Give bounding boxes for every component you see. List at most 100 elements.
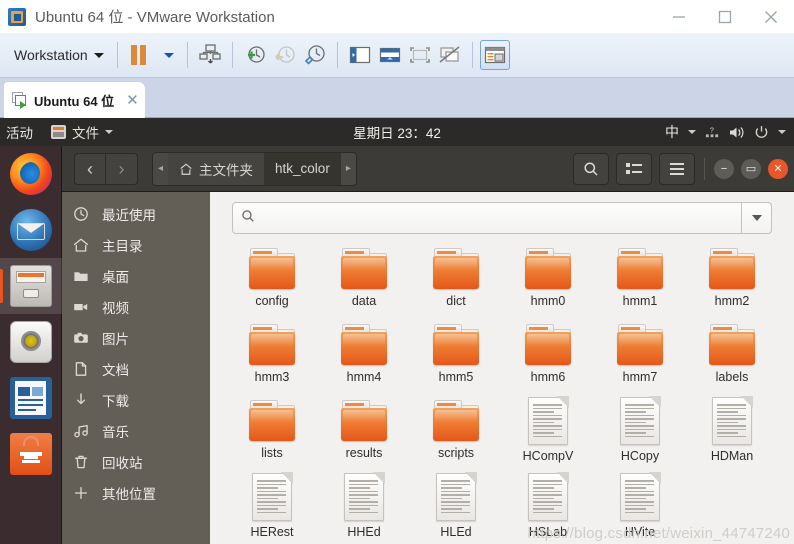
take-snapshot-button[interactable] (240, 40, 270, 70)
search-bar[interactable] (232, 202, 772, 234)
nautilus-maximize-button[interactable]: ▭ (741, 158, 761, 179)
file-item[interactable]: labels (686, 320, 778, 396)
show-sidebar-button[interactable] (345, 40, 375, 70)
menu-button[interactable] (659, 152, 695, 185)
pause-button[interactable] (125, 38, 152, 72)
file-item[interactable]: hmm5 (410, 320, 502, 396)
back-button[interactable]: ‹ (74, 152, 106, 185)
sidebar-item-1[interactable]: 主目录 (62, 229, 210, 260)
sidebar-item-2[interactable]: 桌面 (62, 260, 210, 291)
maximize-button[interactable] (702, 0, 748, 33)
minimize-button[interactable] (656, 0, 702, 33)
file-item[interactable]: lists (226, 396, 318, 472)
dock-item-firefox[interactable] (0, 146, 62, 202)
full-screen-icon (409, 47, 430, 63)
folder-icon (248, 400, 297, 442)
file-item[interactable]: hmm3 (226, 320, 318, 396)
snapshot-manager-button[interactable] (195, 40, 225, 70)
search-row (210, 192, 794, 240)
chevron-left-icon: ◂ (158, 163, 164, 174)
sidebar-item-3[interactable]: 视频 (62, 291, 210, 322)
folder-icon (432, 400, 481, 442)
breadcrumb-item-home[interactable]: 主文件夹 (168, 152, 265, 185)
file-item[interactable]: hmm4 (318, 320, 410, 396)
file-item[interactable]: dict (410, 244, 502, 320)
close-button[interactable] (748, 0, 794, 33)
show-sidebar-icon (349, 46, 370, 64)
chevron-down-icon (751, 215, 762, 221)
pause-icon (130, 45, 146, 65)
file-label: HDMan (710, 449, 754, 463)
file-item[interactable]: hmm1 (594, 244, 686, 320)
nautilus-close-button[interactable]: ✕ (768, 158, 788, 179)
sidebar-item-label: 最近使用 (102, 207, 156, 223)
chevron-down-icon (688, 130, 696, 134)
input-method-indicator[interactable]: 中 (665, 122, 679, 142)
console-view-button[interactable] (375, 40, 405, 70)
sidebar-item-9[interactable]: 其他位置 (62, 477, 210, 508)
file-item[interactable]: results (318, 396, 410, 472)
close-icon[interactable]: ✕ (126, 93, 139, 108)
revert-snapshot-button[interactable] (270, 40, 300, 70)
file-item[interactable]: HERest (226, 472, 318, 544)
search-input[interactable] (255, 210, 741, 226)
sidebar-item-label: 主目录 (102, 238, 143, 254)
breadcrumb-scroll-left[interactable]: ◂ (153, 152, 169, 185)
manage-snapshots-icon (304, 45, 325, 65)
sidebar-item-5[interactable]: 文档 (62, 353, 210, 384)
forward-button[interactable]: › (106, 152, 138, 185)
sidebar-item-7[interactable]: 音乐 (62, 415, 210, 446)
file-label: HSLab (528, 525, 568, 539)
file-item[interactable]: hmm6 (502, 320, 594, 396)
search-icon (584, 161, 598, 176)
panel-status-area[interactable]: 中 ? (665, 122, 786, 142)
file-item[interactable]: HLEd (410, 472, 502, 544)
sidebar-item-8[interactable]: 回收站 (62, 446, 210, 477)
file-item[interactable]: HDMan (686, 396, 778, 472)
breadcrumb-label: 主文件夹 (199, 162, 254, 178)
document-icon (72, 360, 89, 377)
dock-item-thunderbird[interactable] (0, 202, 62, 258)
library-panel-button[interactable] (479, 40, 510, 70)
nautilus-minimize-button[interactable]: − (714, 158, 734, 179)
file-item[interactable]: config (226, 244, 318, 320)
file-item[interactable]: hmm0 (502, 244, 594, 320)
file-item[interactable]: HCompV (502, 396, 594, 472)
vm-tab-ubuntu[interactable]: Ubuntu 64 位 ✕ (4, 82, 145, 118)
sidebar-item-6[interactable]: 下载 (62, 384, 210, 415)
chevron-right-icon: ▸ (345, 163, 351, 174)
power-dropdown-button[interactable] (152, 38, 180, 72)
dock-item-ubuntu-software[interactable] (0, 426, 62, 482)
breadcrumb-scroll-right[interactable]: ▸ (340, 152, 356, 185)
file-item[interactable]: scripts (410, 396, 502, 472)
file-item[interactable]: HHEd (318, 472, 410, 544)
file-item[interactable]: HCopy (594, 396, 686, 472)
file-grid: config data dict hmm0 hmm1 hmm2 hmm3 hmm4 hmm5 hm… (210, 240, 794, 544)
search-button[interactable] (573, 152, 609, 185)
file-item[interactable]: hmm2 (686, 244, 778, 320)
dock-item-libreoffice-writer[interactable] (0, 370, 62, 426)
file-item[interactable]: data (318, 244, 410, 320)
view-toggle-button[interactable] (616, 152, 652, 185)
document-icon (344, 472, 385, 521)
desktop-folder-icon (72, 267, 89, 284)
file-label: HERest (250, 525, 294, 539)
trash-icon (72, 453, 89, 470)
search-dropdown-button[interactable] (741, 203, 771, 233)
folder-icon (524, 248, 573, 290)
manage-snapshots-button[interactable] (300, 40, 330, 70)
workstation-menu-button[interactable]: Workstation (8, 38, 110, 72)
file-item[interactable]: hmm7 (594, 320, 686, 396)
full-screen-button[interactable] (405, 40, 435, 70)
sidebar-item-4[interactable]: 图片 (62, 322, 210, 353)
file-item[interactable]: HSLab (502, 472, 594, 544)
dock-item-files[interactable] (0, 258, 62, 314)
file-item[interactable]: HVite (594, 472, 686, 544)
dock-item-rhythmbox[interactable] (0, 314, 62, 370)
sidebar-item-0[interactable]: 最近使用 (62, 198, 210, 229)
multi-monitor-button[interactable] (435, 40, 465, 70)
folder-icon (616, 324, 665, 366)
breadcrumb-item-htk-color[interactable]: htk_color (264, 152, 341, 185)
toolbar-divider (471, 42, 473, 68)
thunderbird-icon (10, 209, 52, 251)
